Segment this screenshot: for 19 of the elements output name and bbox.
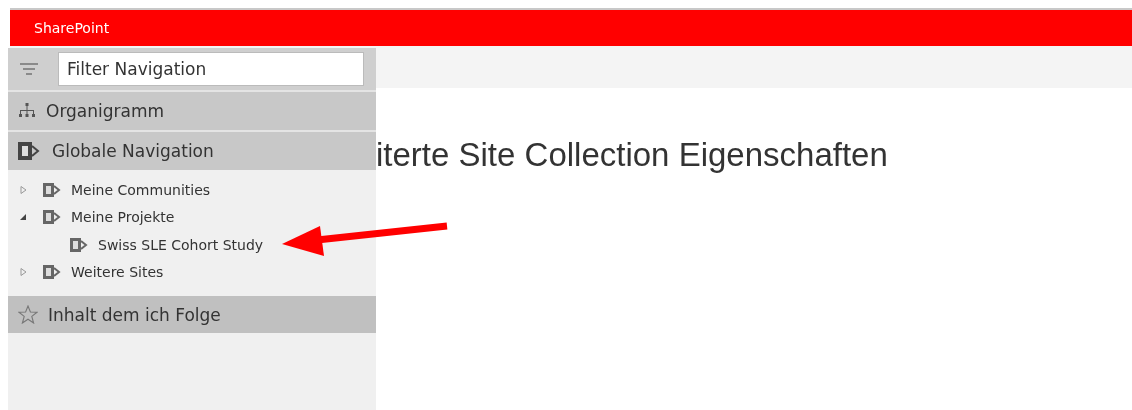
nav-header-label: Globale Navigation bbox=[52, 141, 214, 161]
followed-content-label: Inhalt dem ich Folge bbox=[48, 304, 221, 325]
app-title[interactable]: SharePoint bbox=[34, 20, 110, 36]
nav-header[interactable]: Organigramm bbox=[8, 90, 376, 130]
filter-field[interactable]: Filter Navigation bbox=[58, 52, 364, 86]
org-chart-icon bbox=[18, 103, 36, 119]
filter-icon[interactable] bbox=[20, 62, 38, 76]
tree-item[interactable]: Swiss SLE Cohort Study bbox=[98, 236, 264, 253]
collapsed-triangle-icon[interactable] bbox=[20, 185, 27, 194]
page-title: iterte Site Collection Eigenschaften bbox=[376, 136, 888, 174]
tree-item[interactable]: Weitere Sites bbox=[71, 264, 164, 281]
nav-header[interactable]: Globale Navigation bbox=[8, 130, 376, 170]
collapsed-triangle-icon[interactable] bbox=[20, 268, 27, 277]
tree-item[interactable]: Meine Projekte bbox=[71, 209, 175, 226]
tree-item[interactable]: Meine Communities bbox=[71, 181, 211, 198]
nav-header-label: Organigramm bbox=[46, 101, 165, 121]
expanded-triangle-icon[interactable] bbox=[20, 213, 27, 222]
followed-content-item[interactable]: Inhalt dem ich Folge bbox=[8, 296, 376, 333]
star-icon bbox=[18, 305, 38, 324]
